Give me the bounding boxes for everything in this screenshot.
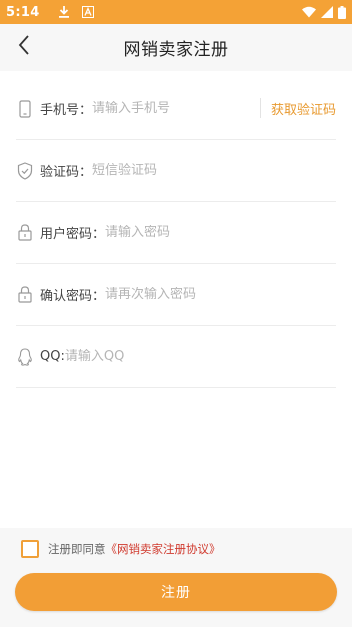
nav-bar: 网销卖家注册 (0, 24, 352, 71)
qq-input[interactable] (64, 349, 336, 364)
agreement-prefix: 注册即同意 (48, 542, 106, 556)
code-row: 验证码： (16, 140, 336, 202)
register-form: 手机号： 获取验证码 验证码： 用户密码： 确认密码： QQ: (16, 78, 336, 388)
download-icon (58, 3, 70, 22)
status-right-icons (302, 5, 346, 19)
status-bar: 5:14 (0, 0, 352, 24)
qq-row: QQ: (16, 326, 336, 388)
shield-icon (17, 161, 33, 180)
phone-icon (17, 99, 33, 118)
wifi-icon (302, 6, 316, 18)
phone-label: 手机号： (40, 103, 93, 118)
lock-icon (17, 224, 33, 242)
password-label: 用户密码： (40, 227, 106, 242)
signal-icon (321, 6, 333, 18)
agreement-checkbox[interactable] (21, 540, 39, 558)
qq-label: QQ: (40, 349, 65, 364)
agreement-link[interactable]: 《网销卖家注册协议》 (106, 541, 221, 557)
battery-icon (338, 5, 346, 19)
confirm-password-row: 确认密码： (16, 264, 336, 326)
phone-row: 手机号： 获取验证码 (16, 78, 336, 140)
password-row: 用户密码： (16, 202, 336, 264)
chevron-left-icon (17, 34, 31, 60)
confirm-password-input[interactable] (105, 287, 336, 302)
status-time: 5:14 (6, 4, 40, 20)
status-left-icons (58, 3, 94, 22)
register-button[interactable]: 注册 (15, 573, 337, 611)
lock-icon (17, 286, 33, 304)
font-a-icon (81, 3, 94, 22)
get-code-button[interactable]: 获取验证码 (259, 98, 336, 118)
back-button[interactable] (10, 30, 38, 64)
qq-icon (17, 347, 33, 366)
bottom-panel: 注册即同意 《网销卖家注册协议》 注册 (0, 528, 352, 627)
agreement-row: 注册即同意 《网销卖家注册协议》 (21, 540, 221, 558)
password-input[interactable] (105, 225, 336, 240)
code-input[interactable] (92, 163, 336, 178)
code-label: 验证码： (40, 165, 93, 180)
confirm-password-label: 确认密码： (40, 289, 106, 304)
page-title: 网销卖家注册 (123, 40, 229, 60)
